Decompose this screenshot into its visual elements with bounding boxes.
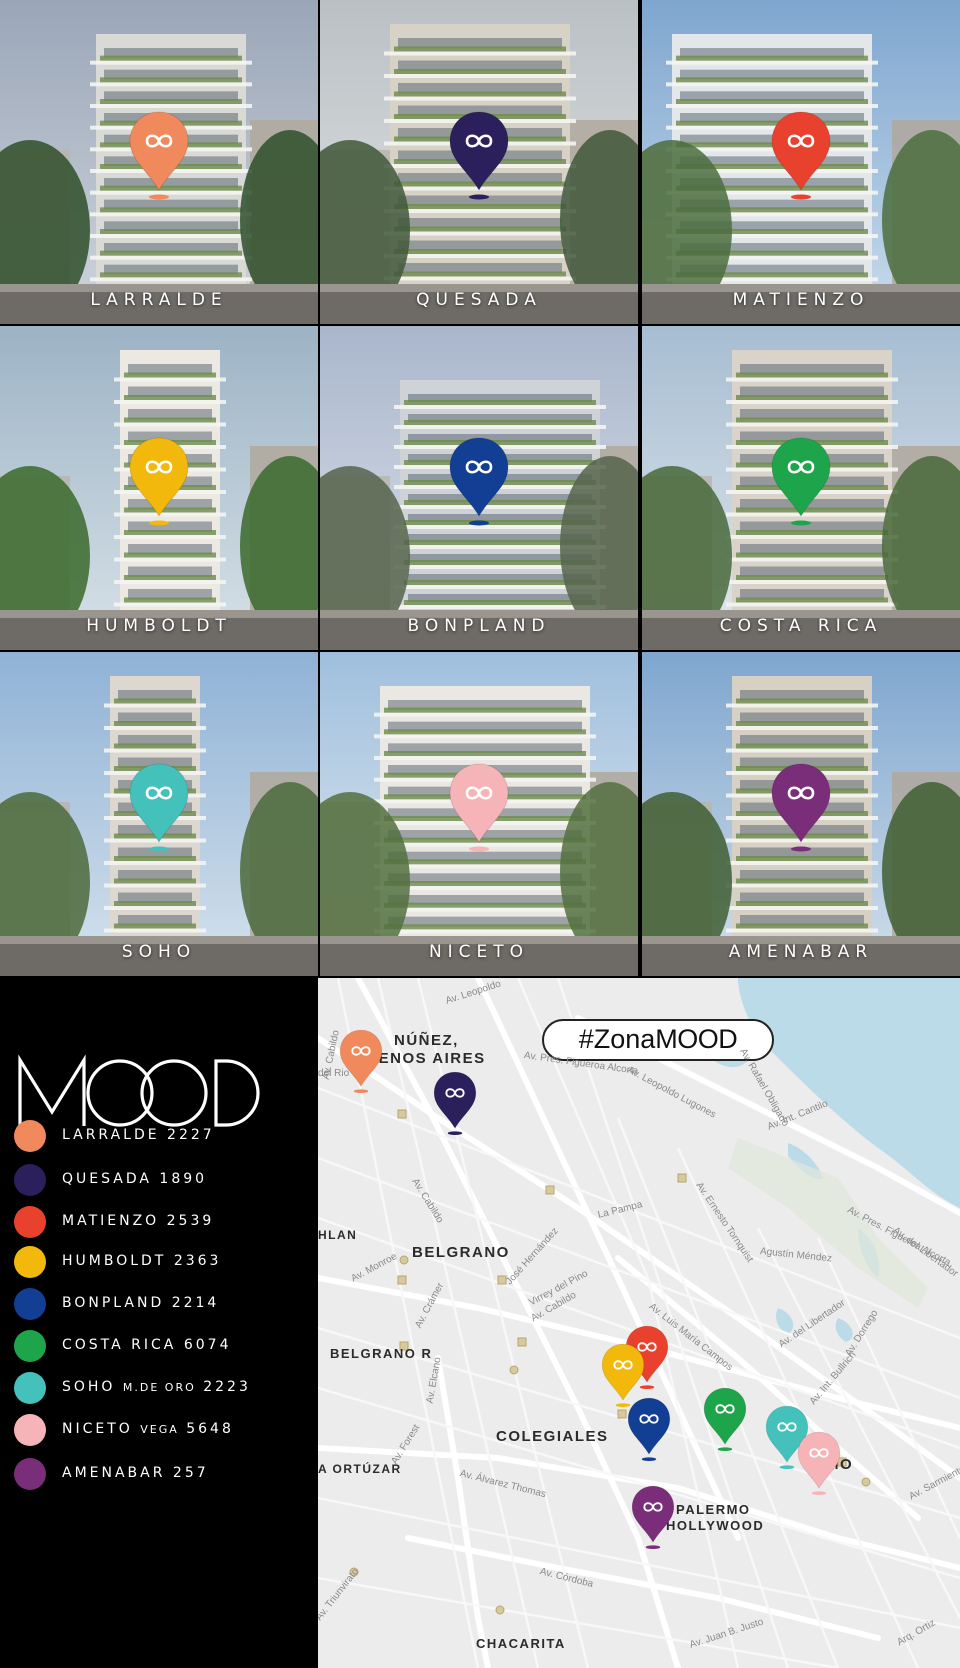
legend-label: MATIENZO 2539 <box>62 1213 214 1229</box>
building-name: QUESADA <box>416 290 542 310</box>
location-pin-icon <box>447 110 511 200</box>
building-tile-amenabar[interactable]: AMENABAR <box>642 652 960 976</box>
legend-name: SOHO <box>62 1379 116 1395</box>
legend-street-number: 2363 <box>173 1253 222 1269</box>
legend-color-dot <box>14 1164 46 1196</box>
building-name: AMENABAR <box>728 942 874 962</box>
area-nunez-line1: NÚÑEZ, <box>394 1032 459 1049</box>
hashtag-prefix: #Zona <box>578 1024 656 1054</box>
legend-item: LARRALDE 2227 <box>14 1118 314 1152</box>
legend-street-number: 257 <box>172 1465 209 1481</box>
map-pin-bonpland-icon[interactable] <box>626 1396 672 1462</box>
legend-item: MATIENZO 2539 <box>14 1204 314 1238</box>
location-pin-icon <box>769 762 833 852</box>
legend-street-number: 6074 <box>183 1337 232 1353</box>
map-pin-niceto-icon[interactable] <box>796 1430 842 1496</box>
map-pin-costa-rica-icon[interactable] <box>702 1386 748 1452</box>
hashtag-suffix: MOOD <box>655 1024 738 1054</box>
building-grid: LARRALDE QUESADA MATIENZO HUMBOLDT BONPLAND C… <box>0 0 960 978</box>
map-pin-larralde-icon[interactable] <box>338 1028 384 1094</box>
map-pin-quesada-icon[interactable] <box>432 1070 478 1136</box>
area-belgrano-r: BELGRANO R <box>330 1346 433 1361</box>
legend-label: BONPLAND 2214 <box>62 1295 219 1311</box>
legend-color-dot <box>14 1330 46 1362</box>
legend-item: AMENABAR 257 <box>14 1456 314 1490</box>
legend-color-dot <box>14 1458 46 1490</box>
map-pin-amenabar-icon[interactable] <box>630 1484 676 1550</box>
legend-color-dot <box>14 1206 46 1238</box>
legend-color-dot <box>14 1120 46 1152</box>
building-name: LARRALDE <box>90 290 228 310</box>
building-name: MATIENZO <box>732 290 870 310</box>
building-name: BONPLAND <box>407 616 551 636</box>
legend-color-dot <box>14 1246 46 1278</box>
legend-color-dot <box>14 1288 46 1320</box>
legend-street-number: 5648 <box>186 1421 234 1437</box>
location-pin-icon <box>127 110 191 200</box>
area-palermo-line2: HOLLYWOOD <box>666 1518 765 1533</box>
building-name: SOHO <box>121 942 197 962</box>
building-tile-matienzo[interactable]: MATIENZO <box>642 0 960 324</box>
legend-item: SOHO M.DE ORO 2223 <box>14 1370 314 1404</box>
legend-street-prefix: M.DE ORO <box>122 1381 196 1394</box>
building-tile-larralde[interactable]: LARRALDE <box>0 0 318 324</box>
legend-label: QUESADA 1890 <box>62 1171 207 1187</box>
building-tile-bonpland[interactable]: BONPLAND <box>320 326 638 650</box>
legend-name: MATIENZO <box>62 1213 160 1229</box>
legend-name: COSTA RICA <box>62 1337 177 1353</box>
legend-street-prefix: VEGA <box>140 1423 179 1436</box>
building-name: COSTA RICA <box>719 616 883 636</box>
legend-name: LARRALDE <box>62 1127 160 1143</box>
area-colegiales: COLEGIALES <box>496 1428 609 1445</box>
legend-color-dot <box>14 1414 46 1446</box>
area-ortuzar: A ORTÚZAR <box>318 1462 402 1476</box>
legend-item: QUESADA 1890 <box>14 1162 314 1196</box>
building-tile-humboldt[interactable]: HUMBOLDT <box>0 326 318 650</box>
legend-panel: LARRALDE 2227 QUESADA 1890 MATIENZO 2539 HU… <box>0 978 318 1668</box>
location-pin-icon <box>769 436 833 526</box>
area-palermo-line1: PALERMO <box>676 1502 751 1517</box>
location-pin-icon <box>447 436 511 526</box>
area-belgrano: BELGRANO <box>412 1244 510 1261</box>
location-pin-icon <box>127 436 191 526</box>
area-map[interactable]: #ZonaMOOD NÚÑEZ, BUENOS AIRES BELGRANO B… <box>318 978 960 1668</box>
area-hlan: HLAN <box>318 1228 358 1242</box>
location-pin-icon <box>127 762 191 852</box>
legend-item: BONPLAND 2214 <box>14 1286 314 1320</box>
legend-street-number: 2214 <box>171 1295 220 1311</box>
legend-label: LARRALDE 2227 <box>62 1127 215 1143</box>
legend-street-number: 2539 <box>166 1213 215 1229</box>
legend-color-dot <box>14 1372 46 1404</box>
legend-label: NICETO VEGA 5648 <box>62 1421 234 1437</box>
legend-name: HUMBOLDT <box>62 1253 167 1269</box>
legend-name: NICETO <box>62 1421 133 1437</box>
legend-label: HUMBOLDT 2363 <box>62 1253 221 1269</box>
building-tile-soho[interactable]: SOHO <box>0 652 318 976</box>
legend-label: AMENABAR 257 <box>62 1465 209 1481</box>
legend-name: AMENABAR <box>62 1465 166 1481</box>
location-pin-icon <box>769 110 833 200</box>
legend-name: QUESADA <box>62 1171 152 1187</box>
building-name: NICETO <box>428 942 530 962</box>
legend-label: COSTA RICA 6074 <box>62 1337 231 1353</box>
area-chacarita: CHACARITA <box>476 1636 566 1651</box>
location-pin-icon <box>447 762 511 852</box>
building-name: HUMBOLDT <box>86 616 232 636</box>
building-tile-costa-rica[interactable]: COSTA RICA <box>642 326 960 650</box>
legend-street-number: 2223 <box>203 1379 251 1395</box>
legend-item: COSTA RICA 6074 <box>14 1328 314 1362</box>
legend-name: BONPLAND <box>62 1295 165 1311</box>
building-tile-niceto[interactable]: NICETO <box>320 652 638 976</box>
legend-item: HUMBOLDT 2363 <box>14 1244 314 1278</box>
legend-label: SOHO M.DE ORO 2223 <box>62 1379 251 1395</box>
legend-street-number: 1890 <box>159 1171 208 1187</box>
legend-street-number: 2227 <box>167 1127 215 1143</box>
building-tile-quesada[interactable]: QUESADA <box>320 0 638 324</box>
legend-item: NICETO VEGA 5648 <box>14 1412 314 1446</box>
